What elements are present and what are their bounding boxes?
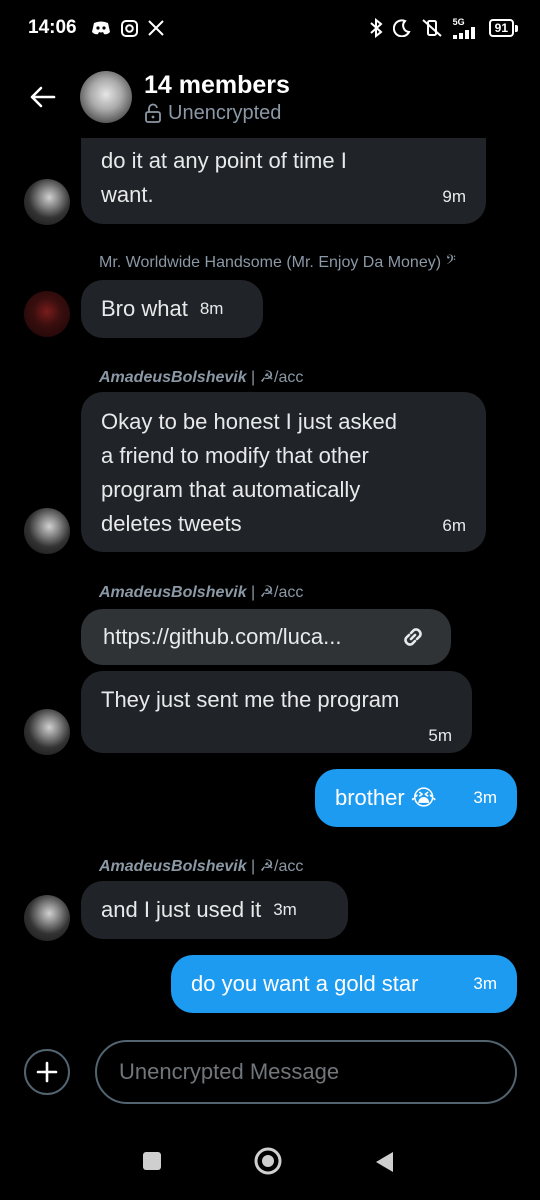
back-button[interactable] xyxy=(22,77,62,117)
square-recents-icon xyxy=(143,1152,161,1170)
message-input[interactable] xyxy=(95,1040,517,1104)
status-bar: 14:06 5G 91 xyxy=(0,0,540,56)
avatar[interactable] xyxy=(24,291,70,337)
bluetooth-icon xyxy=(369,18,383,38)
link-icon xyxy=(404,628,422,646)
message-bubble[interactable]: Okay to be honest I just asked a friend … xyxy=(81,392,486,552)
network-label: 5G xyxy=(452,16,465,27)
message-bubble-outgoing[interactable]: do you want a gold star 3m xyxy=(171,955,517,1013)
message-text-line: program that automatically xyxy=(101,477,361,502)
message-text-line: Okay to be honest I just asked xyxy=(101,409,397,434)
message-bubble[interactable]: Bro what 8m xyxy=(81,280,263,338)
message-text-line: want. xyxy=(101,182,154,207)
avatar[interactable] xyxy=(24,709,70,755)
status-right-icons: 5G 91 xyxy=(369,16,518,39)
discord-icon xyxy=(91,20,111,36)
avatar[interactable] xyxy=(24,895,70,941)
vibrate-off-icon xyxy=(421,18,443,38)
avatar[interactable] xyxy=(24,508,70,554)
signal-5g-icon: 5G xyxy=(452,16,479,39)
recents-button[interactable] xyxy=(141,1150,163,1172)
link-url[interactable]: https://github.com/luca... xyxy=(103,620,341,654)
home-circle-icon xyxy=(254,1147,282,1175)
message-timestamp: 3m xyxy=(473,974,497,993)
header-text[interactable]: 14 members Unencrypted xyxy=(144,70,290,125)
encryption-label: Unencrypted xyxy=(168,101,282,124)
plus-icon xyxy=(36,1061,58,1083)
chat-header: 14 members Unencrypted xyxy=(0,56,540,138)
unlocked-padlock-icon xyxy=(145,103,161,123)
system-nav-bar xyxy=(0,1130,540,1200)
back-nav-button[interactable] xyxy=(373,1150,395,1174)
sender-name: AmadeusBolshevik | ☭/acc xyxy=(99,584,304,601)
message-timestamp: 3m xyxy=(273,900,297,919)
composer xyxy=(0,1040,540,1106)
instagram-icon xyxy=(120,19,138,37)
message-text: Bro what xyxy=(101,296,188,321)
message-text-line: a friend to modify that other xyxy=(101,443,369,468)
sender-name: AmadeusBolshevik | ☭/acc xyxy=(99,858,304,875)
message-bubble[interactable]: and I just used it 3m xyxy=(81,881,348,939)
message-bubble-outgoing[interactable]: brother 😭 3m xyxy=(315,769,517,827)
message-text: and I just used it xyxy=(101,897,262,922)
battery-icon: 91 xyxy=(488,19,518,37)
message-text: They just sent me the program xyxy=(101,687,400,712)
message-text: brother 😭 xyxy=(335,785,437,810)
back-arrow-icon xyxy=(30,86,56,108)
message-list[interactable]: do it at any point of time I want. 9m Mr… xyxy=(0,138,540,1030)
message-timestamp: 3m xyxy=(473,788,497,807)
encryption-status: Unencrypted xyxy=(144,102,290,125)
home-button[interactable] xyxy=(253,1146,283,1176)
link-preview-bubble[interactable]: https://github.com/luca... xyxy=(81,609,451,665)
message-text-line: do it at any point of time I xyxy=(101,148,347,173)
message-timestamp: 8m xyxy=(199,299,224,318)
message-bubble[interactable]: do it at any point of time I want. 9m xyxy=(81,138,486,224)
message-timestamp: 9m xyxy=(442,187,466,206)
message-timestamp: 6m xyxy=(442,516,466,535)
avatar[interactable] xyxy=(24,179,70,225)
message-timestamp: 5m xyxy=(428,726,452,745)
group-avatar[interactable] xyxy=(80,71,132,123)
status-left-icons xyxy=(91,19,164,37)
add-attachment-button[interactable] xyxy=(24,1049,70,1095)
x-logo-icon xyxy=(147,20,164,36)
group-title: 14 members xyxy=(144,70,290,99)
message-text: do you want a gold star xyxy=(191,971,419,996)
message-text-line: deletes tweets xyxy=(101,511,242,536)
status-time: 14:06 xyxy=(28,17,77,38)
battery-level: 91 xyxy=(488,19,514,37)
do-not-disturb-moon-icon xyxy=(392,19,411,37)
triangle-back-icon xyxy=(376,1152,393,1172)
sender-name: AmadeusBolshevik | ☭/acc xyxy=(99,369,304,386)
message-bubble[interactable]: They just sent me the program 5m xyxy=(81,671,472,753)
sender-name: Mr. Worldwide Handsome (Mr. Enjoy Da Mon… xyxy=(99,254,456,271)
